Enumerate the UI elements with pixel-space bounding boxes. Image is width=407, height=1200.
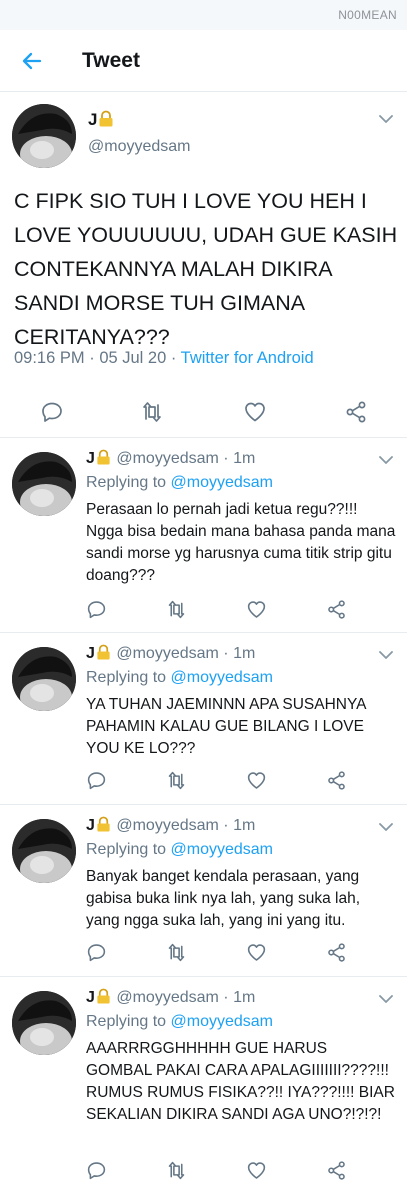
share-icon[interactable] xyxy=(344,400,368,424)
tweet-age: 1m xyxy=(233,645,256,662)
reply-actions xyxy=(0,939,407,969)
avatar[interactable] xyxy=(12,647,76,711)
lock-icon xyxy=(97,449,110,465)
reply-icon[interactable] xyxy=(86,942,107,963)
tweet-age: 1m xyxy=(233,817,256,834)
user-handle[interactable]: @moyyedsam xyxy=(116,989,219,1006)
chevron-down-icon[interactable] xyxy=(379,455,393,465)
replying-to-handle[interactable]: @moyyedsam xyxy=(171,669,274,686)
avatar[interactable] xyxy=(12,991,76,1055)
heart-icon[interactable] xyxy=(246,770,267,791)
tweet-actions xyxy=(0,392,407,432)
status-bar: N00MEAN xyxy=(0,0,407,30)
user-handle[interactable]: @moyyedsam xyxy=(116,817,219,834)
display-name[interactable]: J xyxy=(86,816,112,834)
reply-tweet[interactable]: J @moyyedsam · 1m Replying to @moyyedsam… xyxy=(0,438,407,633)
reply-actions xyxy=(0,767,407,797)
heart-icon[interactable] xyxy=(246,942,267,963)
meta-separator: · xyxy=(218,817,234,834)
tweet-age: 1m xyxy=(233,450,256,467)
reply-header: J @moyyedsam · 1m xyxy=(86,644,255,663)
reply-header: J @moyyedsam · 1m xyxy=(86,988,255,1007)
top-app-bar: Tweet xyxy=(0,30,407,92)
reply-text: Perasaan lo pernah jadi ketua regu??!!! … xyxy=(86,501,396,584)
heart-icon[interactable] xyxy=(243,400,267,424)
share-icon[interactable] xyxy=(326,599,347,620)
meta-separator: · xyxy=(218,450,234,467)
share-icon[interactable] xyxy=(326,942,347,963)
avatar[interactable] xyxy=(12,452,76,516)
tweet-source[interactable]: Twitter for Android xyxy=(181,349,314,367)
lock-icon xyxy=(99,110,113,127)
replying-to-handle[interactable]: @moyyedsam xyxy=(171,1013,274,1030)
replying-to: Replying to @moyyedsam xyxy=(86,841,274,858)
replying-to: Replying to @moyyedsam xyxy=(86,669,274,686)
reply-text: AAARRRGGHHHHH GUE HARUS GOMBAL PAKAI CAR… xyxy=(86,1040,395,1123)
display-name[interactable]: J xyxy=(86,644,112,662)
replying-to-handle[interactable]: @moyyedsam xyxy=(171,841,274,858)
user-handle[interactable]: @moyyedsam xyxy=(116,450,219,467)
chevron-down-icon[interactable] xyxy=(379,650,393,660)
chevron-down-icon[interactable] xyxy=(379,822,393,832)
share-icon[interactable] xyxy=(326,770,347,791)
reply-header: J @moyyedsam · 1m xyxy=(86,816,255,835)
meta-separator: · xyxy=(218,989,234,1006)
retweet-icon[interactable] xyxy=(140,400,164,424)
retweet-icon[interactable] xyxy=(166,770,187,791)
meta-separator: · xyxy=(89,349,100,367)
reply-icon[interactable] xyxy=(86,770,107,791)
tweet-date: 05 Jul 20 xyxy=(99,349,167,367)
retweet-icon[interactable] xyxy=(166,599,187,620)
heart-icon[interactable] xyxy=(246,599,267,620)
tweet-meta: 09:16 PM · 05 Jul 20 · Twitter for Andro… xyxy=(14,349,314,368)
avatar[interactable] xyxy=(12,819,76,883)
reply-tweet[interactable]: J @moyyedsam · 1m Replying to @moyyedsam… xyxy=(0,977,407,1200)
reply-actions xyxy=(0,596,407,626)
reply-tweet[interactable]: J @moyyedsam · 1m Replying to @moyyedsam… xyxy=(0,633,407,805)
reply-icon[interactable] xyxy=(86,599,107,620)
replying-to: Replying to @moyyedsam xyxy=(86,1013,274,1030)
lock-icon xyxy=(97,816,110,832)
meta-separator: · xyxy=(170,349,181,367)
page-title: Tweet xyxy=(82,49,140,72)
display-name[interactable]: J xyxy=(86,449,112,467)
user-handle[interactable]: @moyyedsam xyxy=(88,138,191,156)
reply-header: J @moyyedsam · 1m xyxy=(86,449,255,468)
reply-text: YA TUHAN JAEMINNN APA SUSAHNYA PAHAMIN K… xyxy=(86,696,366,757)
carrier-label: N00MEAN xyxy=(338,8,397,22)
tweet-age: 1m xyxy=(233,989,256,1006)
heart-icon[interactable] xyxy=(246,1160,267,1181)
reply-actions xyxy=(0,1157,407,1187)
tweet-time: 09:16 PM xyxy=(14,349,85,367)
meta-separator: · xyxy=(218,645,234,662)
display-name[interactable]: J xyxy=(86,988,112,1006)
chevron-down-icon[interactable] xyxy=(379,994,393,1004)
main-tweet: J @moyyedsam C FIPK SIO TUH I LOVE YOU H… xyxy=(0,92,407,438)
retweet-icon[interactable] xyxy=(166,942,187,963)
reply-icon[interactable] xyxy=(86,1160,107,1181)
tweet-text: C FIPK SIO TUH I LOVE YOU HEH I LOVE YOU… xyxy=(14,189,398,349)
share-icon[interactable] xyxy=(326,1160,347,1181)
reply-icon[interactable] xyxy=(40,400,64,424)
display-name[interactable]: J xyxy=(88,110,115,130)
user-handle[interactable]: @moyyedsam xyxy=(116,645,219,662)
avatar[interactable] xyxy=(12,104,76,168)
chevron-down-icon[interactable] xyxy=(379,114,393,124)
replying-to: Replying to @moyyedsam xyxy=(86,474,274,491)
lock-icon xyxy=(97,644,110,660)
retweet-icon[interactable] xyxy=(166,1160,187,1181)
reply-text: Banyak banget kendala perasaan, yang gab… xyxy=(86,868,361,929)
arrow-left-icon[interactable] xyxy=(20,49,44,73)
replying-to-handle[interactable]: @moyyedsam xyxy=(171,474,274,491)
reply-tweet[interactable]: J @moyyedsam · 1m Replying to @moyyedsam… xyxy=(0,805,407,977)
lock-icon xyxy=(97,988,110,1004)
